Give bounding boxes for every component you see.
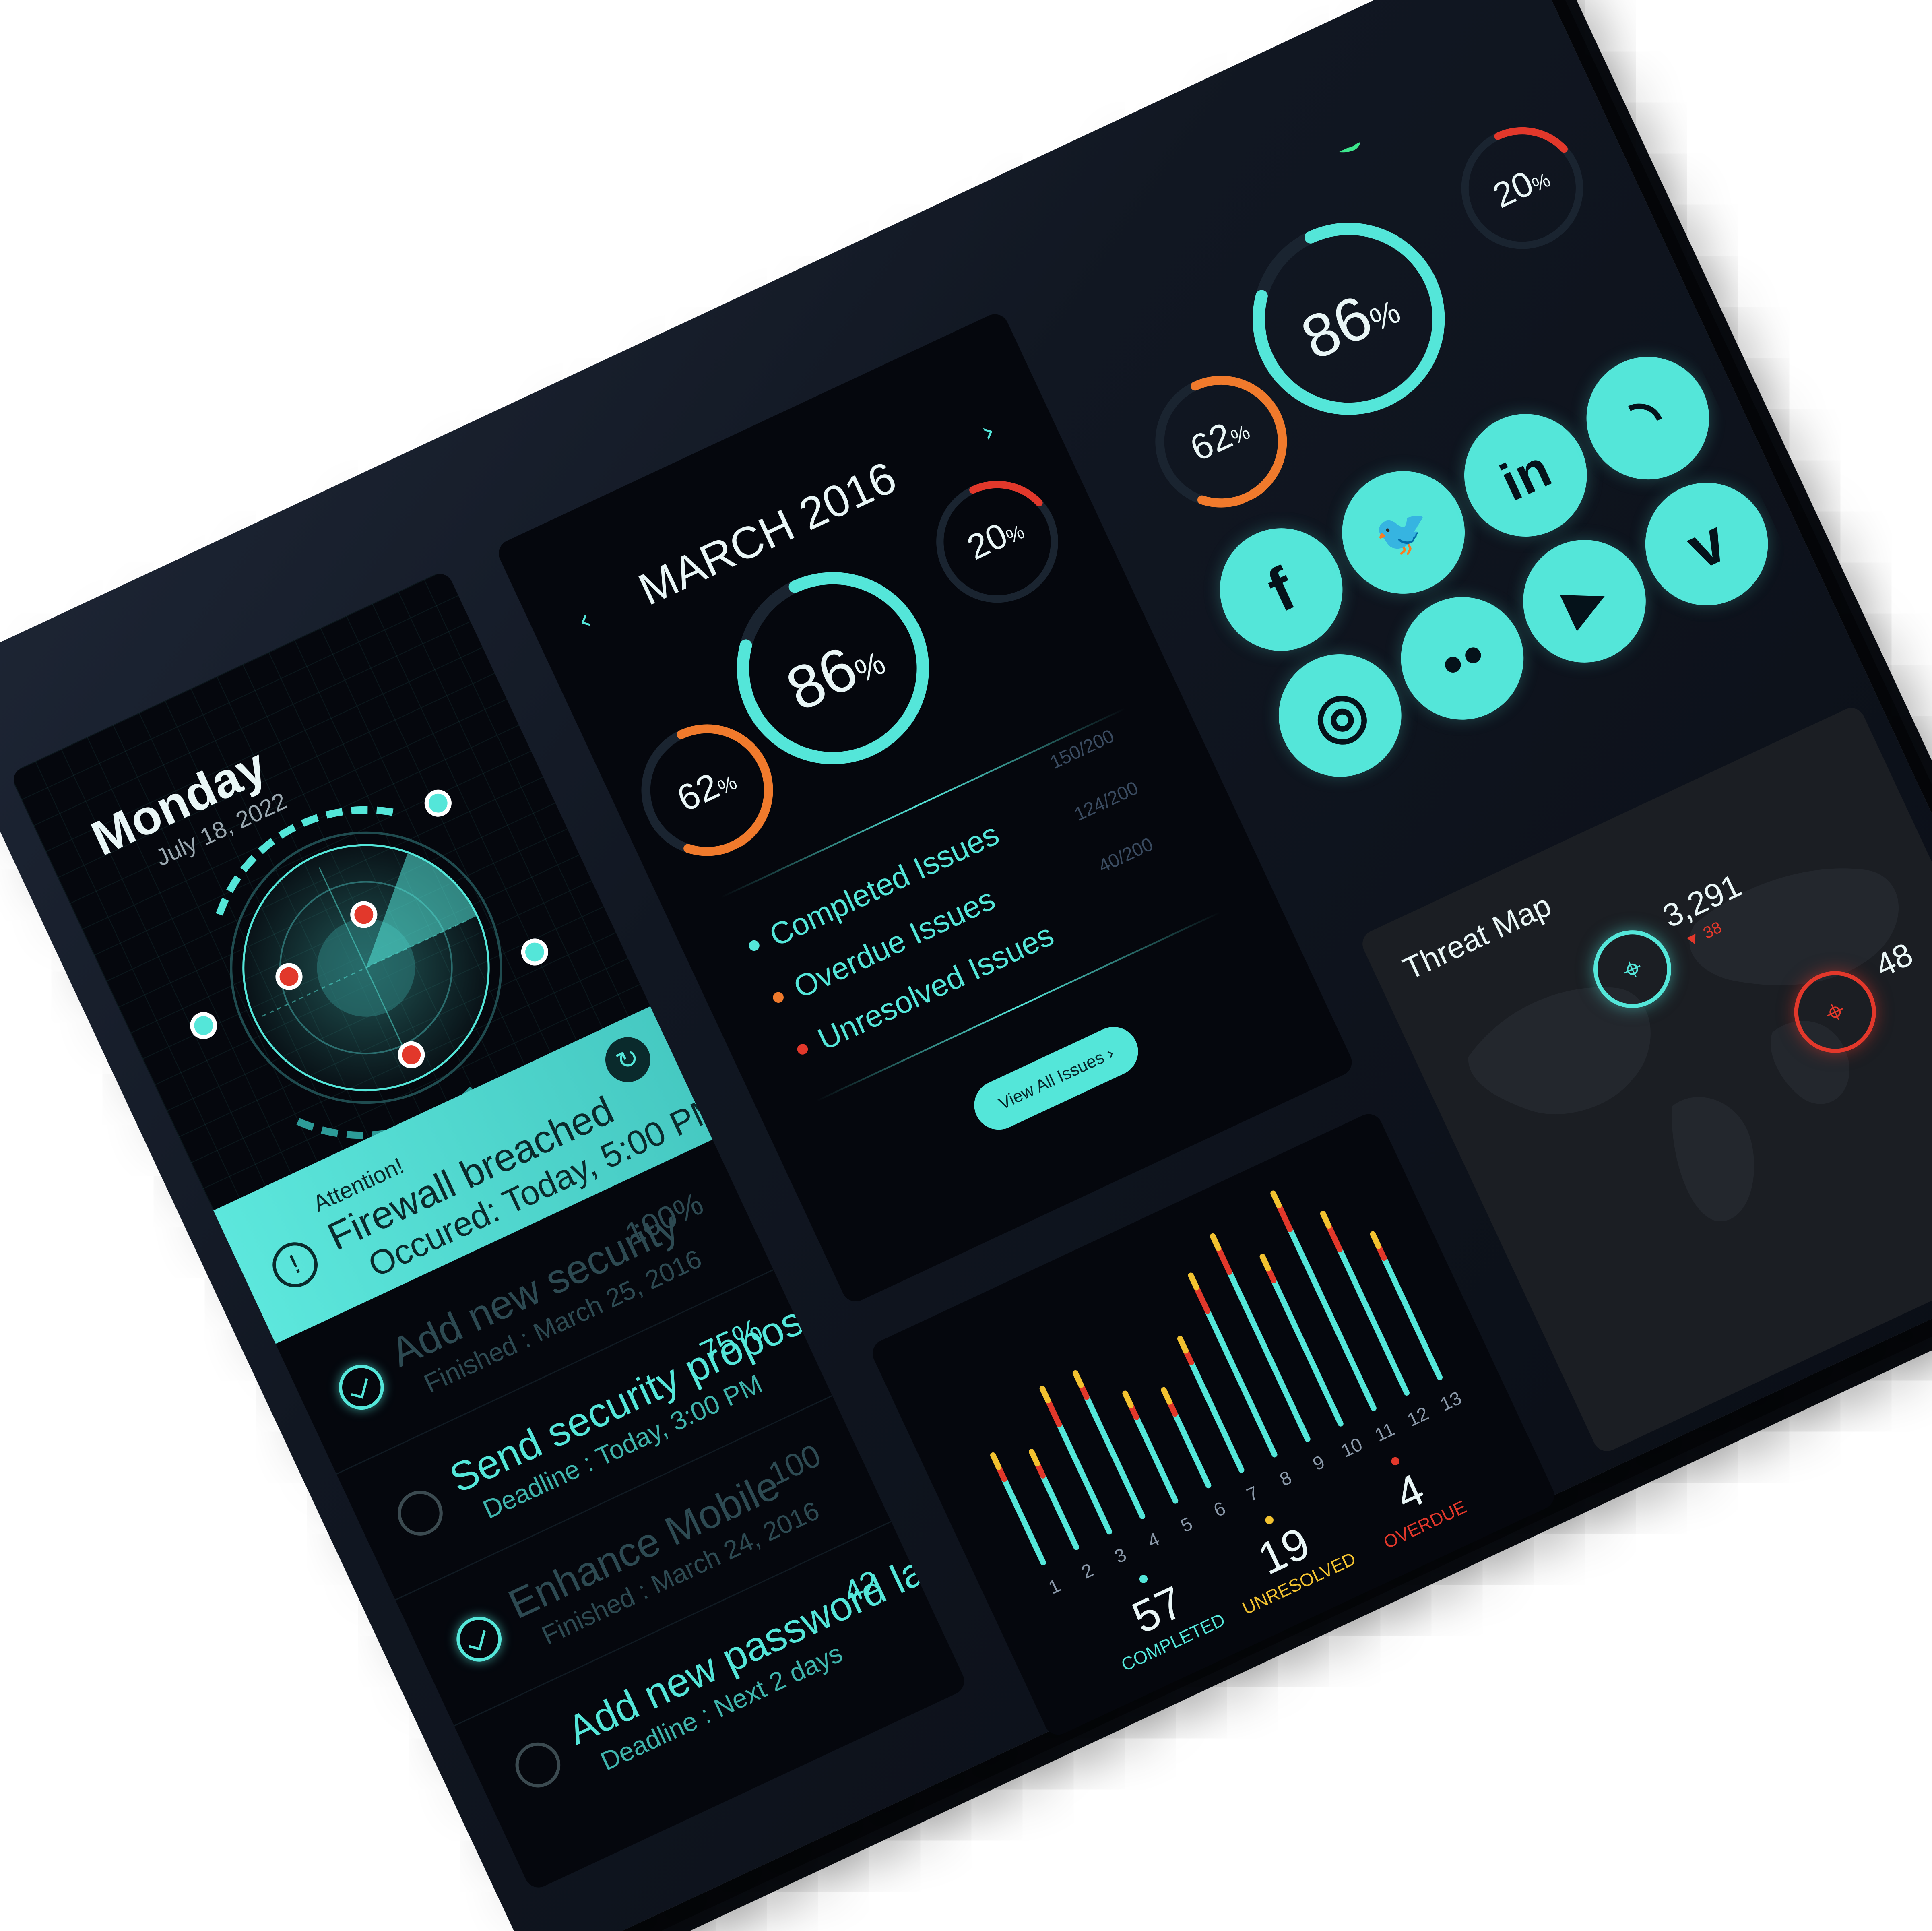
bar-segment[interactable] — [1001, 1476, 1046, 1566]
checkbox-icon[interactable] — [390, 1483, 450, 1543]
bar-segment[interactable] — [1122, 1390, 1134, 1408]
bar-segment[interactable] — [1276, 1202, 1293, 1232]
dashboard-board: Monday July 18, 2022 ! Attention! Firewa… — [0, 0, 1932, 1931]
legend-dot-overdue — [771, 990, 786, 1005]
bar-segment[interactable] — [1287, 1226, 1377, 1411]
bar-segment[interactable] — [1039, 1386, 1051, 1404]
bar-segment[interactable] — [1193, 1285, 1211, 1314]
bar-segment[interactable] — [1271, 1277, 1344, 1427]
bar-segment[interactable] — [1215, 1245, 1232, 1275]
bar-segment[interactable] — [1370, 1231, 1381, 1249]
summary-dot — [1264, 1514, 1275, 1526]
bar-segment[interactable] — [1161, 1387, 1172, 1405]
bar-segment[interactable] — [1205, 1308, 1278, 1458]
bar-segment[interactable] — [990, 1452, 1002, 1470]
bar-segment[interactable] — [1177, 1336, 1189, 1354]
bar-segment[interactable] — [1072, 1370, 1084, 1388]
chevron-right-icon[interactable]: › — [976, 414, 1000, 449]
x-tick-label: 11 — [1371, 1419, 1398, 1446]
x-tick-label: 13 — [1437, 1387, 1465, 1415]
x-tick-label: 7 — [1243, 1482, 1262, 1506]
bar-segment[interactable] — [1226, 1269, 1311, 1442]
bar-segment[interactable] — [1259, 1254, 1271, 1272]
bar-segment[interactable] — [1270, 1190, 1282, 1208]
x-tick-label: 1 — [1045, 1575, 1064, 1598]
bar-segment[interactable] — [1325, 1223, 1343, 1253]
x-tick-label: 3 — [1111, 1544, 1130, 1567]
x-tick-label: 10 — [1338, 1433, 1366, 1461]
bar-segment[interactable] — [1210, 1233, 1222, 1251]
bar-segment[interactable] — [1188, 1359, 1245, 1473]
x-tick-label: 12 — [1404, 1402, 1432, 1430]
bar-segment[interactable] — [1172, 1411, 1212, 1489]
radar-point[interactable] — [423, 788, 454, 818]
view-all-issues-button[interactable]: View All Issues › — [966, 1019, 1146, 1138]
legend-overdue-count: 124/200 — [1071, 777, 1141, 825]
bar-segment[interactable] — [1045, 1397, 1062, 1427]
bar-segment[interactable] — [1056, 1421, 1113, 1535]
refresh-icon[interactable]: ↻ — [598, 1030, 658, 1090]
x-tick-label: 8 — [1276, 1466, 1295, 1490]
x-tick-label: 4 — [1144, 1528, 1163, 1552]
bar-segment[interactable] — [1028, 1449, 1040, 1467]
bar-segment[interactable] — [1337, 1247, 1410, 1396]
radar-point[interactable] — [188, 1010, 219, 1041]
x-tick-label: 5 — [1177, 1513, 1196, 1536]
radar-point[interactable] — [520, 937, 550, 967]
legend-completed-count: 150/200 — [1046, 725, 1117, 773]
legend-dot-completed — [747, 938, 762, 953]
chevron-left-icon[interactable]: ‹ — [572, 603, 597, 638]
bar-segment[interactable] — [1040, 1473, 1080, 1550]
summary-dot — [1390, 1456, 1401, 1467]
checkbox-icon[interactable] — [508, 1735, 568, 1795]
x-tick-label: 2 — [1078, 1559, 1097, 1583]
checkbox-done-icon[interactable] — [449, 1609, 509, 1669]
mockup-stage: Monday July 18, 2022 ! Attention! Firewa… — [0, 0, 1932, 1931]
bar-segment[interactable] — [1320, 1211, 1331, 1229]
bar-segment[interactable] — [1133, 1414, 1179, 1504]
x-tick-label: 9 — [1309, 1451, 1328, 1475]
legend-unresolved-count: 40/200 — [1095, 833, 1156, 877]
legend-dot-unresolved — [795, 1042, 810, 1057]
bar-segment[interactable] — [1188, 1272, 1199, 1291]
x-tick-label: 6 — [1210, 1497, 1229, 1521]
checkbox-done-icon[interactable] — [331, 1357, 391, 1417]
exclamation-icon: ! — [265, 1235, 325, 1295]
summary-dot — [1138, 1573, 1149, 1584]
